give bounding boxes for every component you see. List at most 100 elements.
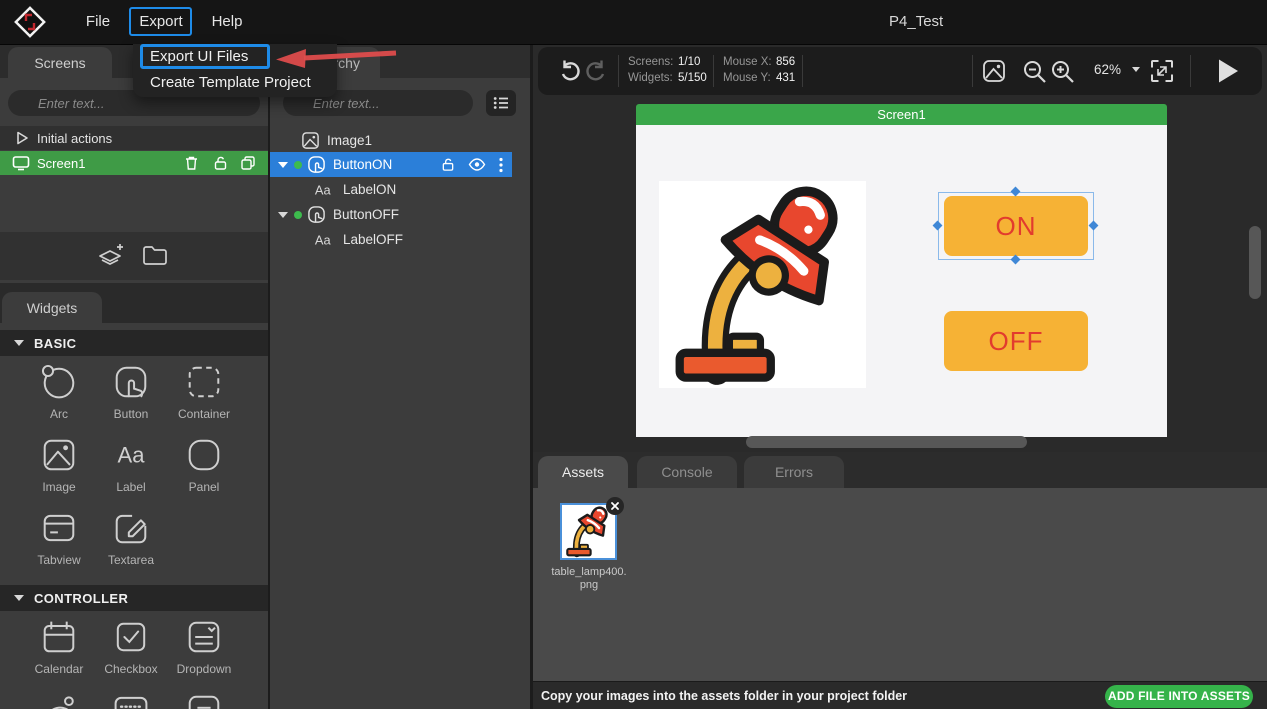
widget-button[interactable]: Button (95, 360, 167, 421)
hierarchy-panel: Hierarchy Image1 B (270, 44, 530, 709)
preview-image-icon[interactable] (982, 59, 1006, 83)
menu-help[interactable]: Help (206, 0, 248, 44)
section-controller-title: CONTROLLER (34, 591, 128, 606)
initial-actions-row[interactable]: Initial actions (0, 126, 268, 150)
play-icon[interactable] (1216, 58, 1240, 84)
widget-tabview[interactable]: Tabview (23, 506, 95, 567)
hierarchy-list-view-button[interactable] (486, 90, 516, 116)
widget-label-tile[interactable]: Aa Label (95, 433, 167, 494)
asset-thumbnail[interactable] (560, 503, 617, 560)
canvas-area[interactable]: Screens: 1/10 Widgets: 5/150 Mouse X: 85… (533, 44, 1267, 452)
tab-screens[interactable]: Screens (8, 47, 112, 78)
widget-label: Textarea (95, 553, 167, 567)
widget-arc[interactable]: Arc (23, 360, 95, 421)
widget-container[interactable]: Container (168, 360, 240, 421)
assets-tabrow: Assets Console Errors (533, 452, 1267, 488)
delete-screen-icon[interactable] (184, 155, 199, 171)
widget-image[interactable]: Image (23, 433, 95, 494)
widgets-count-label: Widgets: (628, 72, 673, 84)
squareline-studio-window: File Export Help P4_Test Screens Initial… (0, 0, 1267, 709)
widget-label: Button (95, 407, 167, 421)
visibility-eye-icon[interactable] (468, 158, 486, 171)
partial-widget-3[interactable] (168, 688, 240, 709)
widget-calendar[interactable]: Calendar (23, 615, 95, 676)
widget-label: Checkbox (95, 662, 167, 676)
fit-screen-icon[interactable] (1149, 58, 1175, 84)
section-controller[interactable]: CONTROLLER (0, 585, 268, 611)
project-title: P4_Test (889, 0, 943, 44)
canvas-toolbar: Screens: 1/10 Widgets: 5/150 Mouse X: 85… (538, 47, 1262, 95)
play-outline-icon (14, 130, 30, 146)
assets-content: table_lamp400.png (533, 488, 1267, 681)
section-basic[interactable]: BASIC (0, 330, 268, 356)
lv-button-off[interactable]: OFF (944, 311, 1088, 371)
zoom-dropdown-caret-icon[interactable] (1132, 67, 1140, 72)
widget-checkbox[interactable]: Checkbox (95, 615, 167, 676)
zoom-out-icon[interactable] (1022, 59, 1047, 84)
widget-label: Label (95, 480, 167, 494)
initial-actions-label: Initial actions (37, 131, 112, 146)
tab-widgets[interactable]: Widgets (2, 292, 102, 323)
undo-icon[interactable] (558, 59, 582, 83)
container-icon (182, 360, 226, 404)
screen-monitor-icon (12, 155, 30, 171)
tab-console[interactable]: Console (637, 456, 737, 488)
tab-errors[interactable]: Errors (744, 456, 844, 488)
menu-export[interactable]: Export (134, 0, 188, 44)
assets-panel: Assets Console Errors table_lamp400.png (533, 452, 1267, 681)
menu-item-export-ui-files[interactable]: Export UI Files (150, 48, 248, 65)
widget-panel[interactable]: Panel (168, 433, 240, 494)
toolbar-separator (713, 55, 714, 87)
widget-textarea[interactable]: Textarea (95, 506, 167, 567)
zoom-level-value[interactable]: 62% (1094, 62, 1121, 77)
horizontal-scrollbar[interactable] (746, 436, 1027, 448)
screens-footer (0, 232, 268, 280)
assets-hint-text: Copy your images into the assets folder … (541, 682, 907, 709)
tab-assets[interactable]: Assets (538, 456, 628, 488)
button-icon (109, 360, 153, 404)
mouse-y-value: 431 (776, 72, 795, 84)
expand-caret-icon[interactable] (278, 162, 288, 168)
widgets-count-value: 5/150 (678, 72, 707, 84)
vertical-scrollbar[interactable] (1249, 226, 1261, 299)
node-label: LabelOFF (343, 232, 403, 247)
add-screen-icon[interactable] (96, 242, 124, 270)
mouse-y-label: Mouse Y: (723, 72, 771, 84)
partial-widget-1[interactable] (23, 688, 95, 709)
hierarchy-node-labelon[interactable]: Aa LabelON (270, 177, 512, 202)
add-file-into-assets-button[interactable]: ADD FILE INTO ASSETS (1105, 685, 1253, 708)
app-logo-icon (12, 4, 48, 40)
node-status-dot (294, 161, 302, 169)
image-node-icon (301, 131, 320, 150)
widget-label: Arc (23, 407, 95, 421)
hierarchy-node-image1[interactable]: Image1 (270, 128, 512, 153)
screen-row[interactable]: Screen1 (0, 151, 268, 175)
widget-label: Dropdown (168, 662, 240, 676)
asset-file-name: table_lamp400.png (549, 566, 629, 592)
unlock-screen-icon[interactable] (213, 155, 228, 171)
remove-asset-button[interactable] (606, 497, 624, 515)
widget-dropdown[interactable]: Dropdown (168, 615, 240, 676)
redo-icon[interactable] (584, 59, 608, 83)
menu-item-create-template-project[interactable]: Create Template Project (150, 74, 311, 91)
duplicate-screen-icon[interactable] (240, 155, 256, 171)
image-widget-lamp[interactable] (659, 181, 866, 388)
label-node-icon: Aa (314, 182, 336, 198)
screen-title-bar[interactable]: Screen1 (636, 104, 1167, 125)
hierarchy-node-buttonoff[interactable]: ButtonOFF (270, 202, 512, 227)
kebab-menu-icon[interactable] (499, 157, 503, 173)
hierarchy-node-labeloff[interactable]: Aa LabelOFF (270, 227, 512, 252)
calendar-icon (37, 615, 81, 659)
expand-caret-icon[interactable] (278, 212, 288, 218)
unlock-node-icon[interactable] (441, 157, 455, 172)
zoom-in-icon[interactable] (1050, 59, 1075, 84)
button-node-icon (307, 205, 326, 224)
toolbar-separator (618, 55, 619, 87)
folder-icon[interactable] (142, 244, 168, 266)
table-lamp-thumbnail (562, 505, 615, 558)
label-node-icon: Aa (314, 232, 336, 248)
mouse-x-label: Mouse X: (723, 56, 772, 68)
hierarchy-node-buttonon[interactable]: ButtonON (270, 152, 512, 177)
partial-widget-2[interactable] (95, 688, 167, 709)
menu-file[interactable]: File (80, 0, 116, 44)
